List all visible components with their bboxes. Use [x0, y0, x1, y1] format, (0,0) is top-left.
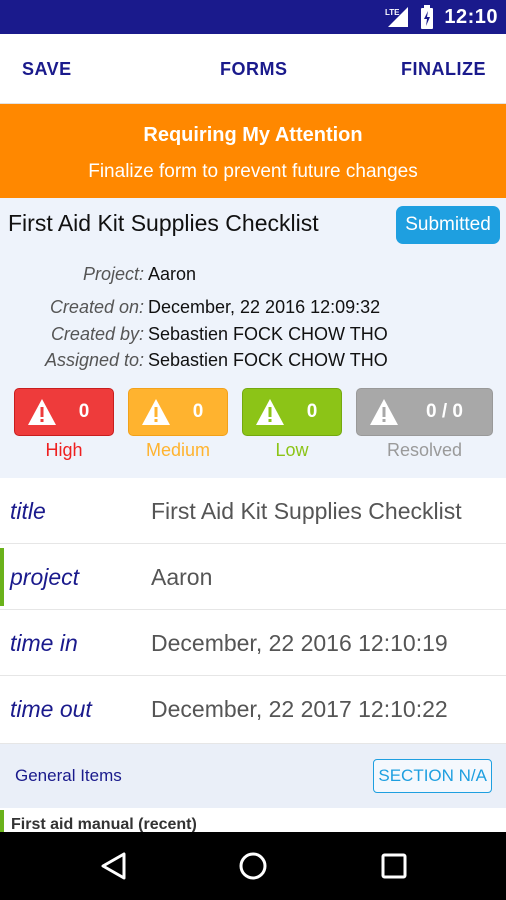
meta-row-created-on: Created on: December, 22 2016 12:09:32: [0, 297, 506, 321]
severity-low-button[interactable]: 0: [242, 388, 342, 436]
meta-label: Created on:: [49, 297, 144, 317]
navigation-bar: [0, 832, 506, 900]
warning-icon: [256, 399, 284, 425]
field-label: project: [10, 563, 80, 590]
meta-label: Assigned to:: [44, 350, 144, 370]
field-label: time in: [10, 629, 78, 656]
meta-value: Sebastien FOCK CHOW THO: [148, 324, 388, 344]
recent-apps-icon[interactable]: [378, 850, 410, 882]
meta-value: December, 22 2016 12:09:32: [148, 297, 381, 317]
meta-row-project: Project: Aaron: [0, 264, 506, 288]
severity-low-label: Low: [275, 440, 309, 460]
severity-medium-label: Medium: [145, 440, 211, 460]
severity-high-label: High: [45, 440, 83, 460]
home-icon[interactable]: [237, 850, 269, 882]
section-na-button[interactable]: SECTION N/A: [373, 759, 492, 793]
clock: 12:10: [444, 5, 498, 28]
section-header: General Items SECTION N/A: [0, 744, 506, 808]
warning-icon: [370, 399, 398, 425]
severity-resolved-button[interactable]: 0 / 0: [356, 388, 493, 436]
severity-medium-button[interactable]: 0: [128, 388, 228, 436]
field-value: December, 22 2017 12:10:22: [151, 695, 448, 722]
severity-high-button[interactable]: 0: [14, 388, 114, 436]
field-accent-bar: [0, 548, 4, 606]
field-label: time out: [10, 695, 92, 722]
status-badge: Submitted: [396, 206, 500, 244]
checklist-item-label: First aid manual (recent): [11, 816, 197, 832]
back-icon[interactable]: [98, 850, 130, 882]
meta-label: Project:: [82, 264, 144, 284]
warning-icon: [28, 399, 56, 425]
meta-row-created-by: Created by: Sebastien FOCK CHOW THO: [0, 324, 506, 348]
save-button[interactable]: SAVE: [22, 34, 72, 104]
signal-icon: LTE: [385, 7, 409, 27]
severity-high-count: 0: [78, 401, 90, 422]
attention-banner: Requiring My Attention Finalize form to …: [0, 104, 506, 198]
severity-resolved-label: Resolved: [386, 440, 463, 460]
severity-resolved-count: 0 / 0: [426, 401, 463, 422]
finalize-button[interactable]: FINALIZE: [401, 34, 486, 104]
meta-row-assigned-to: Assigned to: Sebastien FOCK CHOW THO: [0, 350, 506, 374]
network-type: LTE: [385, 8, 400, 17]
meta-label: Created by:: [50, 324, 144, 344]
item-accent-bar: [0, 810, 4, 832]
attention-subtitle: Finalize form to prevent future changes: [88, 161, 418, 182]
field-value: Aaron: [151, 563, 213, 590]
section-title: General Items: [15, 766, 122, 785]
attention-title: Requiring My Attention: [143, 124, 363, 146]
field-row-time-in[interactable]: time in December, 22 2016 12:10:19: [0, 610, 506, 676]
severity-medium-count: 0: [192, 401, 204, 422]
severity-low-count: 0: [306, 401, 318, 422]
meta-value: Aaron: [148, 264, 197, 284]
field-value: First Aid Kit Supplies Checklist: [151, 497, 462, 524]
meta-value: Sebastien FOCK CHOW THO: [148, 350, 388, 370]
status-icons: LTE 12:10: [384, 4, 498, 30]
field-label: title: [10, 497, 46, 524]
status-bar: LTE 12:10: [0, 0, 506, 34]
field-row-time-out[interactable]: time out December, 22 2017 12:10:22: [0, 676, 506, 744]
field-row-project[interactable]: project Aaron: [0, 544, 506, 610]
form-header-panel: First Aid Kit Supplies Checklist Submitt…: [0, 198, 506, 478]
form-title: First Aid Kit Supplies Checklist: [8, 210, 319, 236]
checklist-item[interactable]: First aid manual (recent): [0, 808, 506, 832]
field-value: December, 22 2016 12:10:19: [151, 629, 448, 656]
field-row-title[interactable]: title First Aid Kit Supplies Checklist: [0, 478, 506, 544]
action-bar: SAVE FORMS FINALIZE: [0, 34, 506, 104]
warning-icon: [142, 399, 170, 425]
battery-icon: [421, 5, 434, 29]
forms-button[interactable]: FORMS: [220, 34, 288, 104]
